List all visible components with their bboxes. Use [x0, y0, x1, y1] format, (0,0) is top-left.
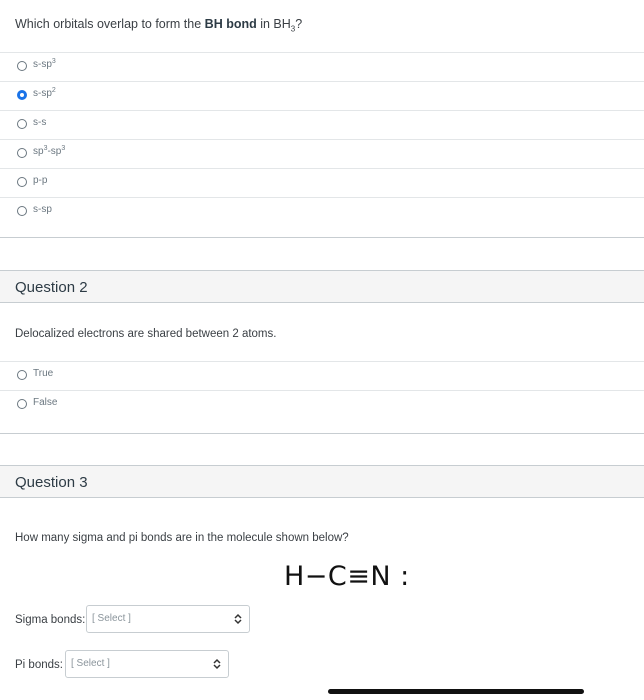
sigma-bonds-label: Sigma bonds:: [15, 614, 86, 626]
question-2-text: Delocalized electrons are shared between…: [15, 328, 277, 340]
radio-button[interactable]: [17, 399, 27, 409]
answer-option[interactable]: s-sp2: [0, 81, 644, 110]
answer-option[interactable]: s-s: [0, 110, 644, 139]
select-updown-icon: [213, 658, 221, 670]
radio-button[interactable]: [17, 177, 27, 187]
answer-option[interactable]: p-p: [0, 168, 644, 197]
answer-option[interactable]: sp3-sp3: [0, 139, 644, 168]
answer-option[interactable]: s-sp3: [0, 52, 644, 81]
question-1-text: Which orbitals overlap to form the BH bo…: [15, 17, 303, 34]
question-separator: [0, 237, 644, 238]
question-separator: [0, 433, 644, 434]
question-2-title: Question 2: [15, 279, 88, 296]
pi-bonds-label: Pi bonds:: [15, 659, 63, 671]
answer-option-false[interactable]: False: [0, 390, 644, 419]
answer-option[interactable]: s-sp: [0, 197, 644, 226]
question-3-title: Question 3: [15, 474, 88, 491]
sigma-bonds-select[interactable]: [ Select ]: [86, 605, 250, 633]
select-updown-icon: [234, 613, 242, 625]
pi-bonds-select[interactable]: [ Select ]: [65, 650, 229, 678]
answer-option-true[interactable]: True: [0, 361, 644, 390]
radio-button-selected[interactable]: [17, 90, 27, 100]
home-indicator[interactable]: [328, 689, 584, 694]
radio-button[interactable]: [17, 148, 27, 158]
radio-button[interactable]: [17, 206, 27, 216]
radio-button[interactable]: [17, 370, 27, 380]
question-3-text: How many sigma and pi bonds are in the m…: [15, 532, 349, 544]
question-1-bold: BH bond: [204, 17, 257, 31]
question-1-answers: s-sp3 s-sp2 s-s sp3-sp3 p-p s-sp: [0, 52, 644, 226]
question-3-header: Question 3: [0, 465, 644, 498]
molecule-structure: H−C≡N :: [284, 561, 410, 592]
question-2-answers: True False: [0, 361, 644, 419]
radio-button[interactable]: [17, 61, 27, 71]
radio-button[interactable]: [17, 119, 27, 129]
question-2-header: Question 2: [0, 270, 644, 303]
